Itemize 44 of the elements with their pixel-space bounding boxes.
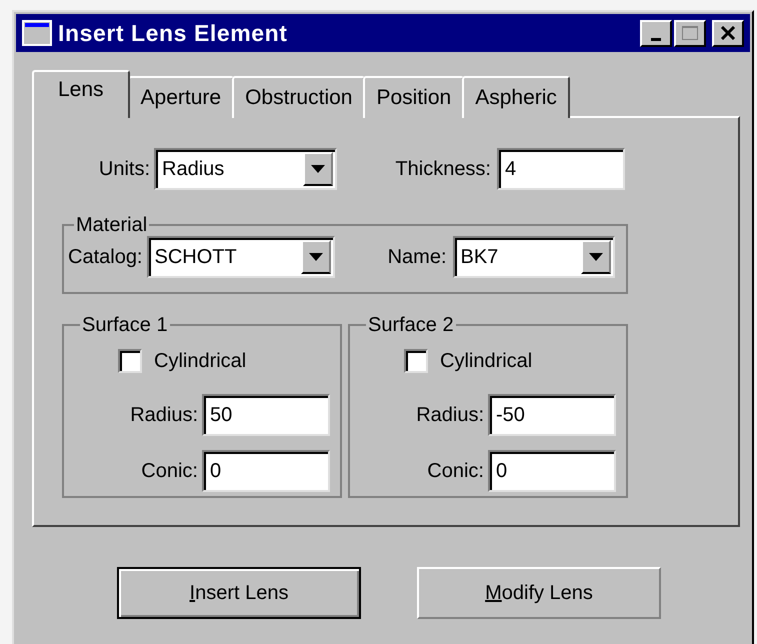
close-button[interactable] <box>712 20 744 46</box>
group-title: Material <box>75 213 148 238</box>
dropdown-arrow-button[interactable] <box>303 152 333 186</box>
field-label: Thickness: <box>394 157 492 182</box>
minimize-button[interactable] <box>640 20 672 46</box>
checkbox-label: Cylindrical <box>154 349 246 374</box>
input-field[interactable]: 0 <box>488 450 616 492</box>
maximize-icon <box>682 26 698 40</box>
dropdown[interactable]: Radius <box>154 148 337 190</box>
input-field[interactable]: 4 <box>497 148 625 190</box>
window-title: Insert Lens Element <box>58 18 288 48</box>
tab[interactable]: Aspheric <box>462 76 570 118</box>
field-label: Name: <box>386 245 448 270</box>
group-title: Surface 1 <box>81 313 169 338</box>
field-label: Conic: <box>140 459 199 484</box>
dropdown[interactable]: BK7 <box>452 236 614 278</box>
minimize-icon <box>651 38 661 40</box>
down-arrow-icon <box>308 253 322 261</box>
maximize-button[interactable] <box>674 20 706 46</box>
input-field[interactable]: 50 <box>202 394 330 436</box>
tab[interactable]: Position <box>363 76 464 118</box>
checkbox-label: Cylindrical <box>440 349 532 374</box>
down-arrow-icon <box>588 253 602 261</box>
tab[interactable]: Obstruction <box>232 76 366 118</box>
tab[interactable]: Aperture <box>128 76 234 118</box>
field-label: Catalog: <box>68 245 144 270</box>
checkbox[interactable] <box>404 349 428 373</box>
field-label: Units: <box>98 157 151 182</box>
checkbox[interactable] <box>118 349 142 373</box>
dialog-button[interactable]: Insert Lens <box>117 567 361 619</box>
down-arrow-icon <box>311 165 325 173</box>
dropdown-arrow-button[interactable] <box>580 240 610 274</box>
input-field[interactable]: 0 <box>202 450 330 492</box>
input-field[interactable]: -50 <box>488 394 616 436</box>
dialog-button[interactable]: Modify Lens <box>417 567 661 619</box>
field-label: Radius: <box>415 403 485 428</box>
group-title: Surface 2 <box>367 313 455 338</box>
dropdown-arrow-button[interactable] <box>300 240 330 274</box>
field-label: Radius: <box>129 403 199 428</box>
close-icon <box>720 26 736 40</box>
window-icon <box>22 20 52 46</box>
tab[interactable]: Lens <box>32 70 130 118</box>
field-label: Conic: <box>426 459 485 484</box>
dropdown[interactable]: SCHOTT <box>146 236 334 278</box>
